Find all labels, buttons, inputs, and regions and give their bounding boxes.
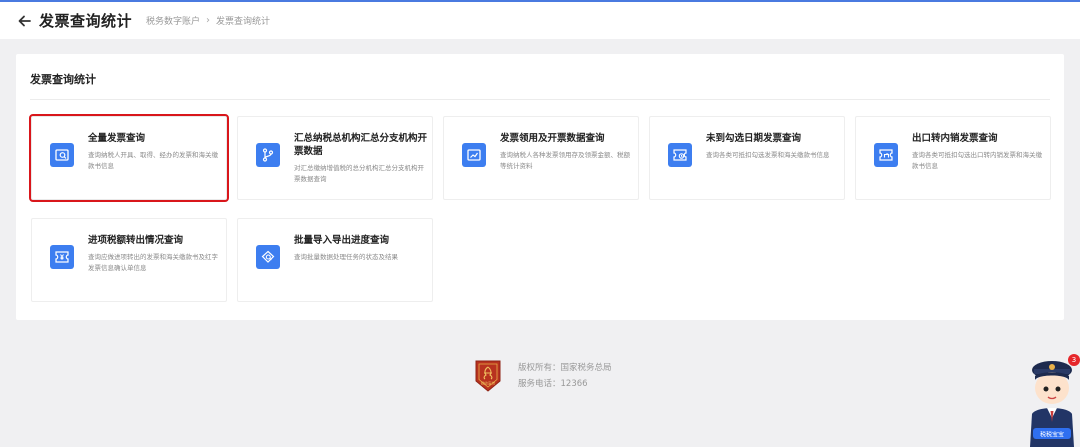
section-divider [30,99,1050,100]
card-description: 查询各类可抵扣勾选出口转内销发票和海关缴款书信息 [912,151,1042,170]
copyright-text: 版权所有：国家税务总局 [518,363,612,373]
back-arrow-icon[interactable] [17,14,31,28]
invoice-search-icon [50,143,74,167]
invoice-return-icon [874,143,898,167]
card-pending-check-date[interactable]: 未到勾选日期发票查询 查询各类可抵扣勾选发票和海关缴款书信息 [649,116,845,200]
card-invoice-usage[interactable]: 发票领用及开票数据查询 查询纳税人各种发票领用存及领票金额、税额等统计资料 [443,116,639,200]
card-export-to-domestic[interactable]: 出口转内销发票查询 查询各类可抵扣勾选出口转内销发票和海关缴款书信息 [855,116,1051,200]
card-description: 对汇总缴纳增值税的总分机构汇总分支机构开票数据查询 [294,164,424,183]
footer: 税收宣传 版权所有：国家税务总局 服务电话：12366 [474,359,612,393]
chevron-right-icon: › [206,15,211,26]
trend-chart-icon [462,143,486,167]
emblem-label: 税收宣传 [481,381,496,386]
batch-search-icon [256,245,280,269]
section-title: 发票查询统计 [30,73,96,86]
card-full-invoice-query[interactable]: 全量发票查询 查询纳税人开具、取得、经办的发票和海关缴款书信息 [29,114,229,202]
card-title: 汇总纳税总机构汇总分支机构开票数据 [294,133,428,157]
card-description: 查询各类可抵扣勾选发票和海关缴款书信息 [706,151,830,159]
card-description: 查询应做进项转出的发票和海关缴款书及红字发票信息确认单信息 [88,253,218,272]
card-description: 查询纳税人开具、取得、经办的发票和海关缴款书信息 [88,151,218,170]
card-branch-summary[interactable]: 汇总纳税总机构汇总分支机构开票数据 对汇总缴纳增值税的总分机构汇总分支机构开票数… [237,116,433,200]
page-title: 发票查询统计 [39,12,133,30]
breadcrumb-item-current: 发票查询统计 [216,17,271,27]
card-title: 全量发票查询 [88,133,146,144]
mascot-label: 税税宝宝 [1040,431,1064,439]
breadcrumb-item-account[interactable]: 税务数字账户 [146,14,200,27]
service-phone: 服务电话：12366 [518,379,588,389]
card-title: 出口转内销发票查询 [912,133,998,144]
card-description: 查询批量数据处理任务的状态及结果 [294,253,398,261]
card-title: 批量导入导出进度查询 [294,235,390,246]
card-description: 查询纳税人各种发票领用存及领票金额、税额等统计资料 [500,151,630,170]
card-input-tax-transfer[interactable]: 进项税额转出情况查询 查询应做进项转出的发票和海关缴款书及红字发票信息确认单信息 [31,218,227,302]
branch-icon [256,143,280,167]
notification-badge: 3 [1068,354,1080,366]
assistant-mascot-icon[interactable]: 税税宝宝 [1024,356,1080,447]
breadcrumb: 税务数字账户 › 发票查询统计 [146,14,270,27]
main-panel: 发票查询统计 全量发票查询 查询纳税人开具、取得、经办的发票和海关缴款书信息 汇… [16,54,1064,320]
card-title: 发票领用及开票数据查询 [500,133,605,144]
tax-emblem-icon: 税收宣传 [475,360,501,392]
invoice-clock-icon [668,143,692,167]
card-title: 进项税额转出情况查询 [88,235,184,246]
card-batch-progress[interactable]: 批量导入导出进度查询 查询批量数据处理任务的状态及结果 [237,218,433,302]
card-title: 未到勾选日期发票查询 [706,133,802,144]
invoice-yuan-icon [50,245,74,269]
page-header: 发票查询统计 税务数字账户 › 发票查询统计 [0,2,1080,39]
